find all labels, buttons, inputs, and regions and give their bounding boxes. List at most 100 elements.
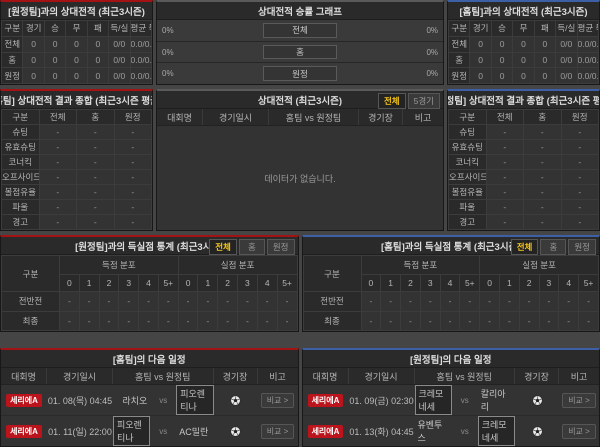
column-header: 홈팀 vs 원정팀: [113, 368, 214, 384]
third-row: [원정팀]과의 득실점 통계 (최근3시즌) 전체홈원정 구분득점 분포실점 분…: [0, 235, 600, 332]
matchup-stats-page: [원정팀]과의 상대전적 (최근3시즌) 구분경기승무패득/실평균 득/실전체0…: [0, 0, 600, 447]
panel-header: 상대전적 승률 그래프: [157, 2, 443, 20]
tab-active[interactable]: 전체: [378, 93, 406, 109]
row-label: 슈팅: [449, 125, 487, 140]
bottom-row: [홈팀]의 다음 일정 대회명경기일시홈팀 vs 원정팀경기장비고 세리에A01…: [0, 348, 600, 447]
soccer-ball-icon: [532, 395, 543, 406]
table-row: 경고---: [449, 215, 599, 230]
note-cell: 비교 >: [258, 416, 298, 446]
row-label: 슈팅: [2, 125, 40, 140]
away-summary-panel: [원정팀] 상대전적 결과 종합 (최근3시즌 평균) 구분전체홈원정슈팅---…: [447, 89, 600, 231]
h2h-tabs: 전체5경기: [378, 93, 440, 109]
bin-header: 0: [178, 275, 198, 292]
tab-inactive[interactable]: 원정: [267, 239, 295, 255]
row-label: 볼점유율: [449, 185, 487, 200]
cell: 0.0/0.0: [577, 36, 598, 52]
row-label: 원정: [449, 68, 470, 84]
column-header: 원정: [561, 110, 599, 125]
cell: -: [39, 200, 77, 215]
home-h2h-record-panel: [홈팀]과의 상대전적 (최근3시즌) 구분경기승무패득/실평균 득/실전체00…: [447, 0, 600, 85]
bin-header: 2: [99, 275, 119, 292]
cell: -: [79, 292, 99, 311]
column-header: 패: [87, 21, 108, 37]
table-row: 원정00000/00.0/0.0: [449, 68, 599, 84]
cell: -: [499, 311, 519, 330]
bin-header: 5+: [579, 275, 599, 292]
tab-inactive[interactable]: 홈: [239, 239, 265, 255]
vs-label: vs: [150, 427, 176, 436]
cell: -: [561, 155, 599, 170]
right-percent-label: 0%: [337, 63, 443, 84]
schedule-rows: 세리에A01. 09(금) 02:30크레모네세vs칼리아리비교 >세리에A01…: [303, 385, 600, 447]
summary-table-container: 구분전체홈원정슈팅---유효슈팅---코너킥---오프사이드---볼점유율---…: [1, 109, 152, 231]
record-table-container: 구분경기승무패득/실평균 득/실전체00000/00.0/0.0홈00000/0…: [448, 20, 599, 84]
cell: -: [114, 155, 152, 170]
bin-header: 4: [559, 275, 579, 292]
cell: -: [401, 311, 421, 330]
row-label: 오프사이드: [449, 170, 487, 185]
venue-cell: [515, 416, 559, 446]
cell: -: [559, 311, 579, 330]
venue-cell: [515, 385, 559, 415]
cell: -: [77, 125, 115, 140]
summary-table: 구분전체홈원정슈팅---유효슈팅---코너킥---오프사이드---볼점유율---…: [1, 109, 152, 231]
compare-button[interactable]: 비교 >: [261, 393, 295, 408]
home-goal-stats-panel: [홈팀]과의 득실점 통계 (최근3시즌) 전체홈원정 구분득점 분포실점 분포…: [302, 235, 600, 332]
left-percent-label: 0%: [157, 63, 263, 84]
column-header: 득/실: [109, 21, 130, 37]
column-header: 홈: [77, 110, 115, 125]
panel-title: [홈팀]의 다음 일정: [113, 352, 186, 366]
cell: -: [519, 292, 539, 311]
tab-active[interactable]: 전체: [209, 239, 237, 255]
cell: -: [361, 311, 381, 330]
cell: -: [480, 311, 500, 330]
soccer-ball-icon: [532, 426, 543, 437]
cell: -: [39, 185, 77, 200]
bin-header: 4: [257, 275, 277, 292]
tab-active[interactable]: 전체: [511, 239, 539, 255]
schedule-rows: 세리에A01. 08(목) 04:45라치오vs피오렌티나비교 >세리에A01.…: [1, 385, 298, 447]
bin-header: 2: [218, 275, 238, 292]
home-team-wrap: 유벤투스: [415, 417, 452, 445]
cell: -: [561, 200, 599, 215]
row-label: 전체: [449, 36, 470, 52]
row-label: 홈: [449, 52, 470, 68]
bin-header: 2: [401, 275, 421, 292]
cell: -: [77, 200, 115, 215]
away-team-wrap: 칼리아리: [478, 386, 515, 414]
tab-inactive[interactable]: 5경기: [408, 93, 440, 109]
goal-stats-tabs: 전체홈원정: [511, 239, 596, 255]
cell: -: [524, 200, 562, 215]
column-header: 구분: [2, 110, 40, 125]
vs-label: vs: [150, 396, 176, 405]
compare-button[interactable]: 비교 >: [261, 424, 295, 439]
tab-inactive[interactable]: 홈: [540, 239, 566, 255]
table-row: 유효슈팅---: [2, 140, 152, 155]
cell: -: [114, 200, 152, 215]
bin-header: 3: [119, 275, 139, 292]
soccer-ball-icon: [230, 395, 241, 406]
schedule-row: 세리에A01. 09(금) 02:30크레모네세vs칼리아리비교 >: [303, 385, 600, 416]
panel-title: [원정팀]의 다음 일정: [410, 352, 492, 366]
schedule-column-headers: 대회명경기일시홈팀 vs 원정팀경기장비고: [1, 368, 298, 385]
cell: 0.0/0.0: [130, 68, 151, 84]
cell: -: [486, 140, 524, 155]
cell: -: [39, 140, 77, 155]
cell: 0: [23, 36, 44, 52]
cell: -: [524, 140, 562, 155]
summary-table: 구분전체홈원정슈팅---유효슈팅---코너킥---오프사이드---볼점유율---…: [448, 109, 599, 231]
graph-scope-label: 전체: [263, 23, 337, 38]
cell: -: [39, 170, 77, 185]
left-percent-label: 0%: [157, 42, 263, 63]
compare-button[interactable]: 비교 >: [562, 424, 596, 439]
tab-inactive[interactable]: 원정: [568, 239, 596, 255]
winrate-graph-row: 0%원정0%: [157, 63, 443, 84]
compare-button[interactable]: 비교 >: [562, 393, 596, 408]
cell: 0.0/0.0: [130, 52, 151, 68]
league-badge: 세리에A: [6, 425, 42, 438]
cell: -: [77, 170, 115, 185]
panel-title: 상대전적 (최근3시즌): [258, 93, 342, 107]
row-label: 경고: [2, 215, 40, 230]
cell: -: [77, 215, 115, 230]
away-team-name: 피오렌티나: [176, 385, 213, 415]
